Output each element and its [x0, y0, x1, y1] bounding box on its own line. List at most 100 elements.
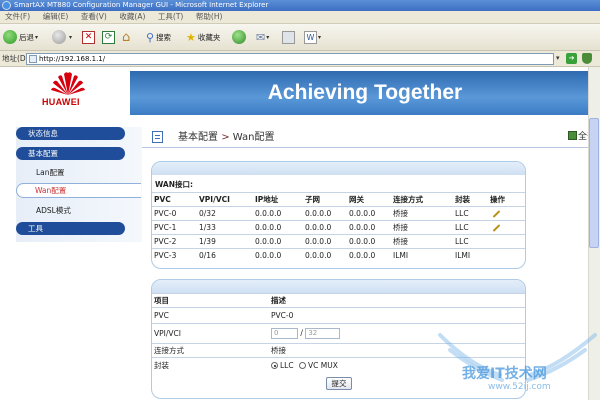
edit-button[interactable]: W ▾ — [304, 28, 321, 46]
forward-arrow-icon — [52, 30, 66, 44]
address-dropdown-icon[interactable]: ▾ — [556, 54, 560, 62]
sidebar-item-status[interactable]: 状态信息 — [16, 127, 125, 140]
sidebar-item-lan[interactable]: Lan配置 — [36, 167, 65, 178]
menu-help[interactable]: 帮助(H) — [191, 11, 228, 23]
vpivci-label: VPI/VCI — [152, 323, 269, 344]
breadcrumb: 基本配置 > Wan配置 — [178, 131, 274, 144]
go-arrow-icon[interactable]: ➔ — [566, 53, 577, 64]
sidebar-item-basic-config[interactable]: 基本配置 — [16, 147, 125, 160]
menu-favorites[interactable]: 收藏(A) — [114, 11, 150, 23]
col-header: 项目 — [152, 293, 269, 308]
vci-input[interactable]: 32 — [305, 328, 341, 339]
cell-pvc: PVC-2 — [152, 234, 197, 249]
cell-ip: 0.0.0.0 — [253, 248, 303, 262]
pvc-label: PVC — [152, 307, 269, 324]
forward-button[interactable]: ▾ — [52, 28, 72, 46]
page-icon — [29, 55, 37, 63]
expand-icon — [568, 131, 577, 140]
table-row[interactable]: PVC-1 1/33 0.0.0.0 0.0.0.0 0.0.0.0 桥接 LL… — [152, 220, 525, 235]
wan-panel-header — [152, 162, 525, 175]
cell-encap: LLC — [453, 234, 488, 249]
page-header: HUAWEI Achieving Together — [0, 67, 600, 118]
submit-button[interactable]: 提交 — [326, 377, 352, 390]
col-header: 连接方式 — [391, 192, 453, 207]
favorites-label: 收藏夹 — [197, 32, 221, 42]
cell-ip: 0.0.0.0 — [253, 234, 303, 249]
cell-pvc: PVC-1 — [152, 220, 197, 235]
print-icon — [282, 30, 295, 44]
window-title: SmartAX MT880 Configuration Manager GUI … — [14, 1, 269, 9]
col-header: 描述 — [269, 293, 525, 308]
favorites-button[interactable]: ★ 收藏夹 — [186, 28, 220, 46]
search-icon: ⚲ — [146, 30, 155, 44]
menu-file[interactable]: 文件(F) — [0, 11, 35, 23]
menu-edit[interactable]: 编辑(E) — [38, 11, 74, 23]
stop-button[interactable]: ✕ — [82, 28, 95, 46]
home-icon: ⌂ — [122, 29, 131, 45]
encap-vcmux-radio[interactable] — [298, 362, 306, 370]
browser-toolbar: 后退 ▾ ▾ ✕ ⟳ ⌂ ⚲ 搜索 ★ 收藏夹 ✉ ▾ W ▾ — [0, 24, 600, 51]
scrollbar-thumb[interactable] — [589, 118, 599, 248]
table-row[interactable]: PVC-2 1/39 0.0.0.0 0.0.0.0 0.0.0.0 桥接 LL… — [152, 234, 525, 249]
edit-pencil-icon[interactable] — [492, 224, 501, 232]
encap-vcmux-label: VC MUX — [307, 361, 338, 371]
table-row[interactable]: PVC-3 0/16 0.0.0.0 0.0.0.0 0.0.0.0 ILMI … — [152, 248, 525, 262]
encap-llc-label: LLC — [280, 361, 294, 371]
window-title-bar: SmartAX MT880 Configuration Manager GUI … — [0, 0, 600, 11]
ie-icon — [2, 1, 11, 10]
banner-slogan: Achieving Together — [267, 81, 463, 104]
stop-icon: ✕ — [82, 30, 95, 44]
back-arrow-icon — [3, 30, 17, 44]
cell-subnet: 0.0.0.0 — [303, 234, 347, 249]
cell-conn: 桥接 — [391, 220, 453, 235]
back-button[interactable]: 后退 ▾ — [3, 28, 38, 46]
cell-conn: 桥接 — [391, 234, 453, 249]
address-bar: 地址(D) http://192.168.1.1/ ▾ ➔ — [0, 51, 600, 67]
search-button[interactable]: ⚲ 搜索 — [146, 28, 171, 46]
mail-button[interactable]: ✉ ▾ — [256, 28, 269, 46]
wan-table: PVC VPI/VCI IP地址 子网 网关 连接方式 封装 操作 PVC-0 … — [152, 192, 525, 262]
cell-subnet: 0.0.0.0 — [303, 220, 347, 235]
divider — [142, 147, 600, 148]
table-row[interactable]: PVC-0 0/32 0.0.0.0 0.0.0.0 0.0.0.0 桥接 LL… — [152, 206, 525, 221]
history-button[interactable] — [232, 28, 248, 46]
col-header: PVC — [152, 192, 197, 207]
cell-encap: LLC — [453, 220, 488, 235]
home-button[interactable]: ⌂ — [122, 28, 130, 46]
breadcrumb-separator: > — [221, 132, 230, 143]
cell-pvc: PVC-0 — [152, 206, 197, 221]
print-button[interactable] — [282, 28, 295, 46]
menu-tools[interactable]: 工具(T) — [153, 11, 188, 23]
banner: Achieving Together — [130, 71, 600, 115]
breadcrumb-section: 基本配置 — [178, 132, 218, 143]
page-icon — [152, 131, 163, 143]
menu-view[interactable]: 查看(V) — [76, 11, 112, 23]
form-row-pvc: PVC PVC-0 — [152, 307, 525, 324]
breadcrumb-page: Wan配置 — [232, 132, 275, 143]
logo-text: HUAWEI — [42, 97, 80, 107]
mail-icon: ✉ — [256, 30, 266, 44]
cell-vpivci: 0/32 — [197, 206, 253, 221]
vpivci-slash: / — [300, 328, 303, 338]
huawei-logo-icon — [51, 72, 85, 95]
refresh-icon: ⟳ — [102, 30, 115, 44]
col-header: IP地址 — [253, 192, 303, 207]
word-icon: W — [304, 30, 317, 44]
refresh-button[interactable]: ⟳ — [102, 28, 115, 46]
cell-conn: ILMI — [391, 248, 453, 262]
cell-encap: LLC — [453, 206, 488, 221]
watermark-url: www.52ij.com — [488, 382, 551, 392]
conn-label: 连接方式 — [152, 343, 269, 358]
col-header: VPI/VCI — [197, 192, 253, 207]
address-input[interactable]: http://192.168.1.1/ — [26, 53, 554, 65]
sidebar-item-tools[interactable]: 工具 — [16, 222, 125, 235]
sidebar-item-adsl[interactable]: ADSL模式 — [36, 205, 71, 216]
shield-icon[interactable] — [582, 53, 592, 64]
cell-ip: 0.0.0.0 — [253, 220, 303, 235]
cell-conn: 桥接 — [391, 206, 453, 221]
encap-llc-radio[interactable] — [271, 362, 278, 370]
vpi-input[interactable]: 0 — [271, 328, 298, 339]
cell-vpivci: 0/16 — [197, 248, 253, 262]
edit-pencil-icon[interactable] — [492, 210, 501, 218]
sidebar-item-wan[interactable]: Wan配置 — [16, 183, 141, 198]
